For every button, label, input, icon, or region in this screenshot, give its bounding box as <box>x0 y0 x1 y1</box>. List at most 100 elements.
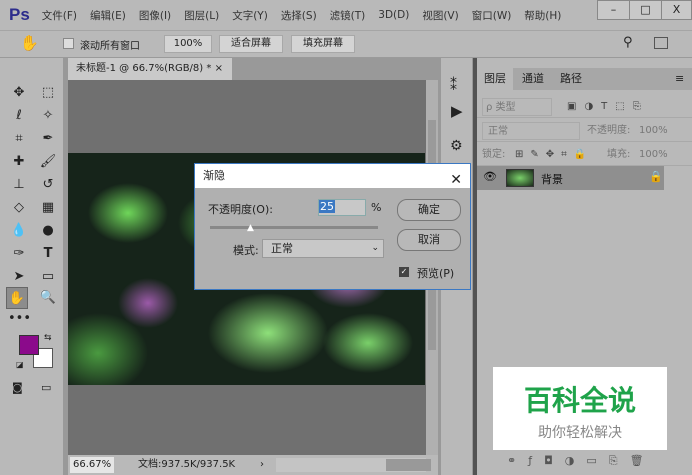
zoom-level-field[interactable]: 66.67% <box>70 457 115 473</box>
menu-bar: Ps 文件(F) 编辑(E) 图像(I) 图层(L) 文字(Y) 选择(S) 滤… <box>0 0 692 30</box>
ok-button[interactable]: 确定 <box>397 199 461 221</box>
menu-view[interactable]: 视图(V) <box>422 8 458 23</box>
close-button[interactable]: X <box>661 0 692 20</box>
crop-tool-icon[interactable]: ⌗ <box>8 128 30 150</box>
filter-icons[interactable]: ▣◑T⬚⎘ <box>567 96 649 118</box>
default-colors-icon[interactable]: ◪ <box>16 360 24 369</box>
tab-paths[interactable]: 路径 <box>553 68 589 90</box>
panel-menu-icon[interactable]: ≡ <box>675 72 684 85</box>
opacity-label: 不透明度: <box>587 125 631 136</box>
document-tab-label: 未标题-1 @ 66.7%(RGB/8) * <box>76 63 212 74</box>
menu-filter[interactable]: 滤镜(T) <box>330 8 366 23</box>
mode-value: 正常 <box>271 242 293 255</box>
dodge-tool-icon[interactable]: ● <box>37 220 59 242</box>
type-tool-icon[interactable]: T <box>37 243 59 265</box>
lasso-tool-icon[interactable]: ℓ <box>8 105 30 127</box>
menu-layer[interactable]: 图层(L) <box>184 8 219 23</box>
search-icon[interactable]: ⚲ <box>623 35 633 50</box>
hand-tool-icon[interactable]: ✋ <box>20 34 39 52</box>
eyedropper-icon[interactable]: ✒ <box>37 128 59 150</box>
opacity-input-value: 25 <box>319 200 335 213</box>
cancel-button[interactable]: 取消 <box>397 229 461 251</box>
properties-panel-icon[interactable]: ⚙ <box>450 138 463 154</box>
history-brush-icon[interactable]: ↺ <box>37 174 59 196</box>
move-tool-icon[interactable]: ✥ <box>8 82 30 104</box>
menu-type[interactable]: 文字(Y) <box>232 8 268 23</box>
quick-mask-icon[interactable]: ◙ <box>12 381 23 394</box>
screen-mode-icon[interactable]: ▭ <box>41 381 51 394</box>
workspace-icon[interactable] <box>654 37 668 49</box>
fade-dialog: 渐隐 ✕ 不透明度(O): 25 % ▲ 模式: 正常 ⌄ 确定 取消 ✓ 预览(… <box>194 163 471 290</box>
pen-tool-icon[interactable]: ✑ <box>8 243 30 265</box>
magic-wand-icon[interactable]: ✧ <box>37 105 59 127</box>
mode-select[interactable]: 正常 ⌄ <box>262 239 384 258</box>
fill-label: 填充: <box>607 149 631 160</box>
opacity-slider-thumb[interactable]: ▲ <box>247 223 254 233</box>
swap-colors-icon[interactable]: ⇆ <box>44 333 52 343</box>
path-select-icon[interactable]: ➤ <box>8 266 30 288</box>
dialog-title-bar: 渐隐 ✕ <box>195 164 470 188</box>
rectangle-tool-icon[interactable]: ▭ <box>37 266 59 288</box>
watermark-subtitle: 助你轻松解决 <box>538 425 622 441</box>
fill-screen-button[interactable]: 填充屏幕 <box>291 35 355 53</box>
menu-help[interactable]: 帮助(H) <box>524 8 561 23</box>
lock-icons[interactable]: ⊞✎✥⌗🔒 <box>515 144 593 166</box>
scroll-all-checkbox[interactable] <box>63 38 74 49</box>
history-panel-icon[interactable]: ⁑ <box>450 78 457 94</box>
blend-row: 正常 不透明度: 100% <box>477 120 692 142</box>
menu-file[interactable]: 文件(F) <box>42 8 77 23</box>
layer-row-background[interactable]: 👁 背景 🔒 <box>477 166 664 190</box>
preview-checkbox[interactable]: ✓ <box>399 267 409 277</box>
status-menu-arrow-icon[interactable]: › <box>260 455 264 475</box>
document-tab[interactable]: 未标题-1 @ 66.7%(RGB/8) * × <box>68 58 232 80</box>
actions-panel-icon[interactable]: ▶ <box>451 102 463 120</box>
layer-thumbnail <box>506 169 534 187</box>
zoom-100-button[interactable]: 100% <box>164 35 212 53</box>
menu-image[interactable]: 图像(I) <box>139 8 171 23</box>
hand-tool-active-icon[interactable]: ✋ <box>6 287 28 309</box>
watermark: 百科全说 助你轻松解决 <box>493 367 667 450</box>
healing-brush-icon[interactable]: ✚ <box>8 151 30 173</box>
dialog-title: 渐隐 <box>203 169 225 182</box>
dialog-close-icon[interactable]: ✕ <box>450 168 462 192</box>
fit-screen-button[interactable]: 适合屏幕 <box>219 35 283 53</box>
fill-field[interactable]: 100% <box>639 144 668 166</box>
status-bar: 66.67% 文档:937.5K/937.5K › <box>68 455 438 475</box>
opacity-slider-track[interactable] <box>210 226 378 229</box>
horizontal-scroll-thumb[interactable] <box>386 459 431 471</box>
layer-filter-row: ρ 类型 ▣◑T⬚⎘ <box>477 96 692 118</box>
menu-3d[interactable]: 3D(D) <box>378 9 409 21</box>
tab-layers[interactable]: 图层 <box>477 68 513 90</box>
mode-label: 模式: <box>233 244 259 257</box>
marquee-tool-icon[interactable]: ⬚ <box>37 82 59 104</box>
foreground-color-swatch[interactable] <box>19 335 39 355</box>
minimize-button[interactable]: – <box>597 0 630 20</box>
layer-actions[interactable]: ⚭ƒ◘◑▭⎘🗑 <box>507 454 656 468</box>
eraser-tool-icon[interactable]: ◇ <box>8 197 30 219</box>
tab-channels[interactable]: 通道 <box>515 68 551 90</box>
menu-window[interactable]: 窗口(W) <box>472 8 512 23</box>
opacity-input[interactable]: 25 <box>318 199 366 216</box>
percent-label: % <box>371 201 382 214</box>
layer-filter-select[interactable]: ρ 类型 <box>482 98 552 116</box>
watermark-title: 百科全说 <box>523 384 636 417</box>
opacity-field[interactable]: 100% <box>639 120 668 142</box>
blend-mode-select[interactable]: 正常 <box>482 122 580 140</box>
layer-name: 背景 <box>541 173 563 186</box>
maximize-button[interactable]: □ <box>629 0 662 20</box>
menu-select[interactable]: 选择(S) <box>281 8 317 23</box>
blur-tool-icon[interactable]: 💧 <box>8 220 30 242</box>
stamp-tool-icon[interactable]: ⊥ <box>8 174 30 196</box>
close-tab-icon[interactable]: × <box>215 63 223 74</box>
menu-edit[interactable]: 编辑(E) <box>90 8 126 23</box>
gradient-tool-icon[interactable]: ▦ <box>37 197 59 219</box>
layer-lock-icon: 🔒 <box>649 170 663 183</box>
lock-label: 锁定: <box>482 149 506 160</box>
preview-label: 预览(P) <box>417 267 455 280</box>
tools-panel: ✥ ⬚ ℓ ✧ ⌗ ✒ ✚ 🖌 ⊥ ↺ ◇ ▦ 💧 ● ✑ T ➤ ▭ ✋ 🔍 … <box>0 58 64 475</box>
zoom-tool-icon[interactable]: 🔍 <box>37 287 59 309</box>
brush-tool-icon[interactable]: 🖌 <box>37 151 59 173</box>
visibility-eye-icon[interactable]: 👁 <box>483 170 497 183</box>
lock-row: 锁定: ⊞✎✥⌗🔒 填充: 100% <box>477 144 692 166</box>
more-tools-icon[interactable]: ••• <box>8 308 31 330</box>
